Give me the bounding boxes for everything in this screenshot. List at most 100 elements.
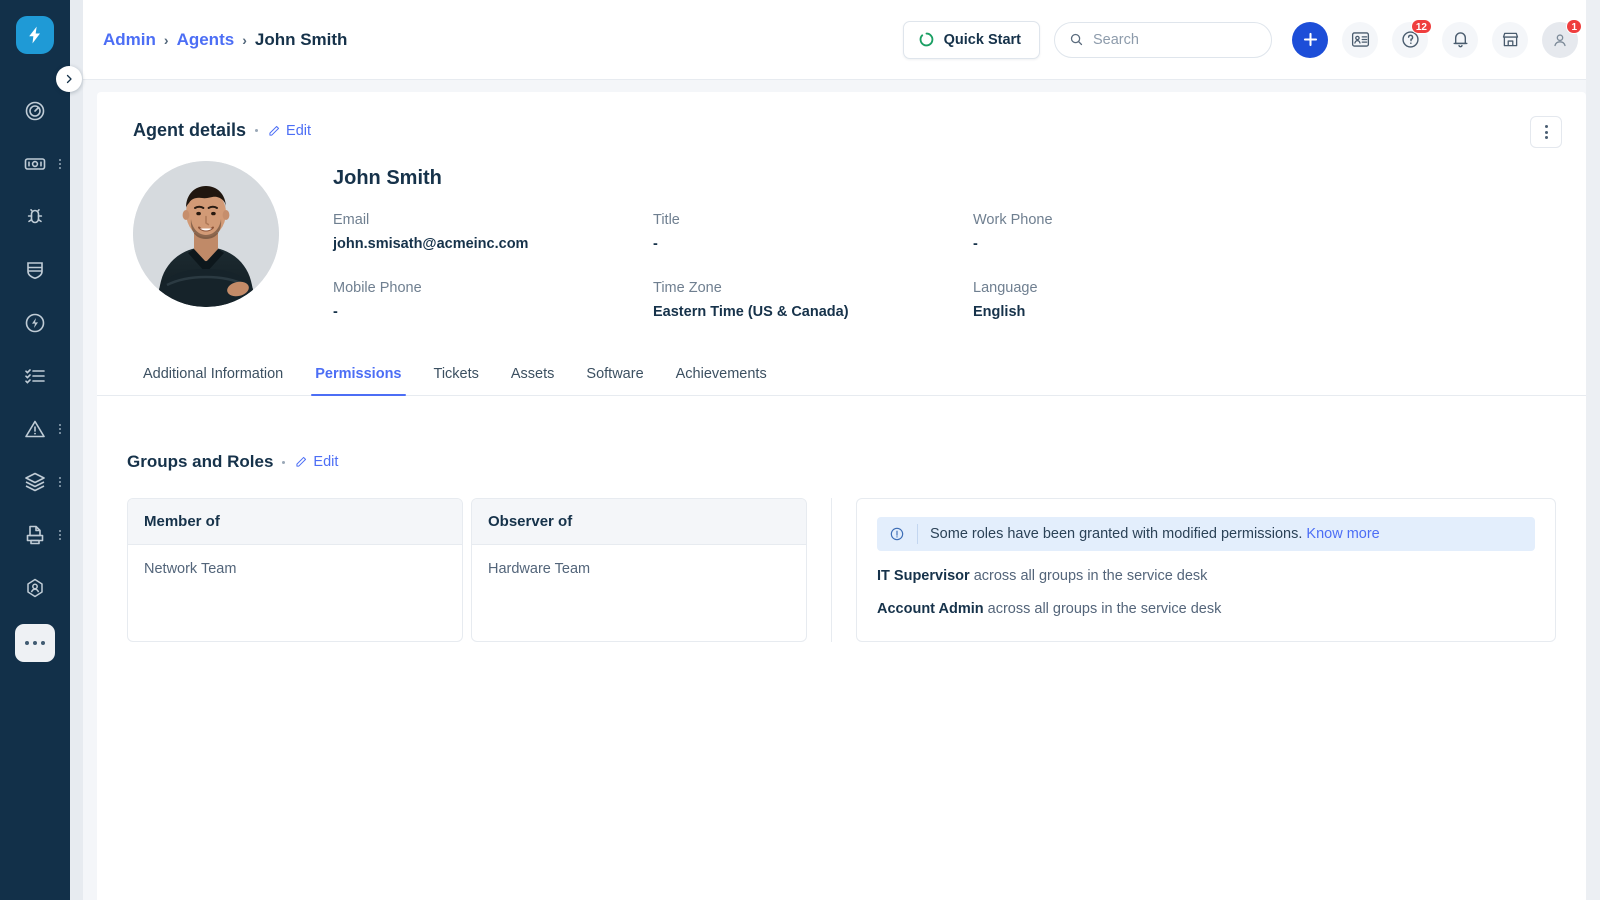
agent-name: John Smith	[333, 167, 442, 189]
layers-stack-icon	[23, 470, 47, 494]
agent-info: John Smith Email john.smisath@acmeinc.co…	[333, 161, 1586, 320]
sidebar-overflow-icon[interactable]	[59, 423, 61, 434]
title-separator-dot	[255, 129, 259, 132]
know-more-link[interactable]: Know more	[1306, 526, 1379, 542]
field-value: -	[973, 236, 978, 252]
marketplace-button[interactable]	[1492, 21, 1528, 58]
groups-and-roles-body: Member of Network Team Observer of Hardw…	[97, 472, 1586, 642]
sidebar-item-more[interactable]	[0, 614, 70, 667]
field-language: Language English	[973, 280, 1586, 320]
field-label: Title	[653, 212, 680, 228]
breadcrumb-item-admin[interactable]: Admin	[103, 30, 156, 50]
avatar	[133, 161, 279, 307]
page-title: Agent details	[133, 120, 247, 140]
ticket-icon	[23, 152, 47, 176]
gauge-dashboard-icon	[23, 99, 47, 123]
right-edge-rail	[1586, 0, 1600, 900]
banner-message: Some roles have been granted with modifi…	[930, 526, 1303, 542]
sidebar-item-assets[interactable]	[0, 455, 70, 508]
sidebar-overflow-icon[interactable]	[59, 158, 61, 169]
tab-tickets[interactable]: Tickets	[418, 356, 495, 395]
app-logo[interactable]	[16, 16, 54, 54]
role-scope: across all groups in the service desk	[987, 601, 1222, 617]
field-value: john.smisath@acmeinc.com	[333, 236, 529, 252]
quick-start-button[interactable]: Quick Start	[902, 20, 1040, 59]
avatar-badge: 1	[1566, 18, 1582, 34]
agent-details-header: Agent details Edit	[97, 92, 1586, 141]
notifications-button[interactable]	[1442, 21, 1478, 58]
breadcrumb-separator-icon: ›	[242, 31, 247, 48]
modified-permissions-banner: Some roles have been granted with modifi…	[877, 517, 1535, 551]
lightning-circle-icon	[23, 311, 47, 335]
tab-software[interactable]: Software	[570, 356, 659, 395]
member-of-header: Member of	[128, 499, 462, 545]
edit-label: Edit	[286, 122, 312, 139]
sidebar-item-dashboard[interactable]	[0, 84, 70, 137]
sidebar-item-contracts[interactable]	[0, 508, 70, 561]
member-of-card: Member of Network Team	[127, 498, 463, 642]
field-work-phone: Work Phone -	[973, 212, 1586, 252]
breadcrumb-separator-icon: ›	[163, 31, 169, 48]
breadcrumb-item-current: John Smith	[254, 29, 348, 49]
sidebar-item-changes[interactable]	[0, 243, 70, 296]
shield-icon	[23, 258, 47, 282]
vertical-divider	[831, 498, 832, 642]
observer-of-card: Observer of Hardware Team	[471, 498, 807, 642]
field-label: Email	[333, 212, 370, 228]
breadcrumb-item-agents[interactable]: Agents	[177, 30, 235, 50]
bell-notification-icon	[1453, 32, 1467, 48]
field-title: Title -	[653, 212, 973, 252]
sidebar-nav-list	[0, 84, 70, 667]
contact-card-button[interactable]	[1342, 21, 1378, 58]
pencil-icon	[296, 456, 307, 467]
user-avatar-icon	[1554, 33, 1566, 46]
sidebar-overflow-icon[interactable]	[59, 476, 61, 487]
page-body: Agent details Edit John Smith Email john…	[83, 80, 1600, 900]
groups-and-roles-header: Groups and Roles Edit	[97, 396, 1586, 472]
sidebar-item-tickets[interactable]	[0, 137, 70, 190]
quick-start-label: Quick Start	[943, 31, 1021, 48]
help-button[interactable]: 12	[1392, 18, 1432, 58]
field-value: English	[973, 304, 1026, 320]
checklist-icon	[23, 364, 47, 388]
sidebar-item-alerts[interactable]	[0, 402, 70, 455]
left-sidebar	[0, 0, 70, 900]
chevron-right-icon	[66, 74, 72, 84]
sidebar-expand-button[interactable]	[56, 66, 82, 92]
sidebar-overflow-icon[interactable]	[59, 529, 61, 540]
search-box[interactable]	[1054, 21, 1272, 58]
tab-assets[interactable]: Assets	[495, 356, 571, 395]
user-avatar-button[interactable]: 1	[1542, 18, 1582, 58]
groups-and-roles-edit-button[interactable]: Edit	[294, 454, 338, 470]
more-dots-icon[interactable]	[15, 623, 55, 662]
role-scope: across all groups in the service desk	[973, 568, 1208, 584]
sidebar-item-problems[interactable]	[0, 190, 70, 243]
contact-card-icon	[1351, 32, 1369, 47]
search-input[interactable]	[1093, 31, 1257, 48]
field-email: Email john.smisath@acmeinc.com	[333, 212, 653, 252]
tab-additional-information[interactable]: Additional Information	[127, 356, 299, 395]
agent-details-more-button[interactable]	[1530, 116, 1562, 148]
document-printer-icon	[23, 523, 47, 547]
top-header: Admin › Agents › John Smith Quick Start	[83, 0, 1600, 80]
tab-permissions[interactable]: Permissions	[299, 356, 417, 396]
marketplace-store-icon	[1502, 32, 1518, 47]
agent-tabs: Additional Information Permissions Ticke…	[97, 356, 1586, 396]
tab-achievements[interactable]: Achievements	[660, 356, 783, 395]
field-value: -	[333, 304, 338, 320]
sidebar-item-admin[interactable]	[0, 561, 70, 614]
sidebar-item-tasks[interactable]	[0, 349, 70, 402]
banner-text: Some roles have been granted with modifi…	[930, 526, 1380, 542]
observer-of-header: Observer of	[472, 499, 806, 545]
search-icon	[1070, 33, 1083, 46]
bug-icon	[23, 205, 47, 229]
breadcrumb: Admin › Agents › John Smith	[103, 30, 347, 50]
agent-details-edit-button[interactable]: Edit	[267, 123, 311, 139]
agent-field-grid: Email john.smisath@acmeinc.com Title - W…	[333, 212, 1586, 320]
roles-panel: Some roles have been granted with modifi…	[856, 498, 1556, 642]
sidebar-item-releases[interactable]	[0, 296, 70, 349]
add-new-button[interactable]	[1292, 21, 1328, 58]
field-label: Mobile Phone	[333, 280, 422, 296]
field-mobile-phone: Mobile Phone -	[333, 280, 653, 320]
role-row: Account Admin across all groups in the s…	[877, 601, 1535, 617]
